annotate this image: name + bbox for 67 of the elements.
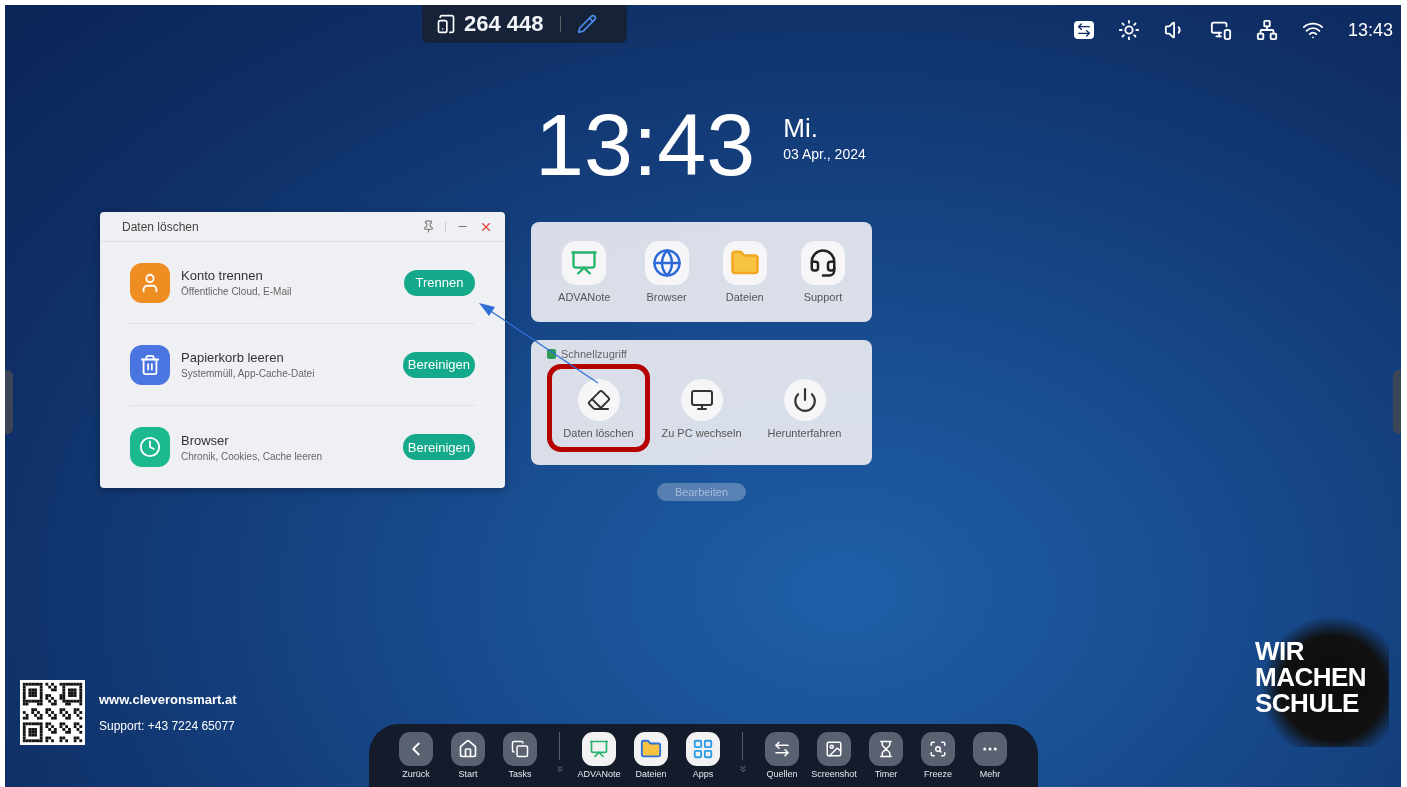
quick-tile[interactable]: Herunterfahren [753, 364, 856, 452]
swap-icon[interactable] [765, 732, 799, 766]
dock-label[interactable]: Timer [874, 769, 898, 779]
globe-icon[interactable] [644, 241, 689, 285]
trash-icon [130, 344, 170, 385]
side-handle[interactable] [1393, 370, 1401, 434]
highlight-frame[interactable]: Daten löschen [547, 364, 650, 452]
hourglass-icon[interactable] [869, 732, 903, 766]
website-text: www.cleveronsmart.at [99, 692, 237, 707]
screenshot-icon[interactable] [817, 732, 851, 766]
logo-text: MACHEN [1255, 664, 1368, 690]
eraser-icon[interactable] [577, 379, 620, 421]
windows-icon[interactable] [503, 732, 537, 766]
option-title: Konto trennen [181, 268, 264, 283]
app-label[interactable]: Dateien [725, 291, 764, 303]
status-time: 13:43 [1347, 19, 1393, 41]
grid-icon[interactable] [686, 732, 720, 766]
option-title: Browser [181, 432, 230, 448]
screen-share-icon[interactable] [1209, 19, 1232, 41]
shortcut-label[interactable]: Herunterfahren [767, 427, 842, 439]
swap-icon[interactable] [1073, 21, 1094, 39]
dock-label[interactable]: Tasks [508, 769, 532, 779]
more-icon[interactable] [973, 732, 1007, 766]
logo-text: WIR [1255, 638, 1306, 664]
option-description: Chronik, Cookies, Cache leeren [181, 450, 323, 462]
option-description: Systemmüll, App-Cache-Datei [181, 368, 315, 379]
device-icon [436, 14, 456, 34]
app-label[interactable]: Browser [646, 291, 687, 303]
frame-icon[interactable] [921, 732, 955, 766]
side-handle[interactable] [5, 370, 13, 434]
qr-code [20, 680, 85, 745]
option-description: Öffentliche Cloud, E-Mail [181, 286, 292, 297]
power-icon[interactable] [783, 379, 826, 421]
folder-icon[interactable] [634, 732, 668, 766]
dock-label[interactable]: ADVANote [577, 769, 621, 779]
support-text: Support: +43 7224 65077 [99, 719, 236, 733]
quick-tile[interactable]: Zu PC wechseln [650, 364, 753, 452]
pencil-icon[interactable] [576, 14, 597, 34]
dock-label[interactable]: Screenshot [811, 769, 857, 779]
brightness-icon[interactable] [1117, 19, 1140, 41]
option-title: Papierkorb leeren [181, 350, 285, 365]
dialog-title: Daten löschen [122, 219, 199, 234]
pin-icon[interactable] [422, 220, 435, 233]
app-label[interactable]: Support [803, 291, 843, 303]
date: 03 Apr., 2024 [783, 146, 866, 162]
dock-label[interactable]: Quellen [766, 769, 798, 779]
back-icon[interactable] [399, 732, 433, 766]
logo-text: SCHULE [1255, 690, 1360, 716]
shortcut-label[interactable]: Daten löschen [563, 427, 634, 439]
dock-label[interactable]: Zurück [402, 769, 430, 779]
shortcut-label[interactable]: Zu PC wechseln [661, 427, 742, 439]
monitor-icon[interactable] [680, 379, 723, 421]
person-icon [130, 262, 170, 303]
counter-text: 264 448 [464, 11, 544, 37]
weekday: Mi. [783, 113, 819, 144]
whiteboard-icon[interactable] [582, 732, 616, 766]
clock-icon [130, 427, 170, 467]
home-icon[interactable] [451, 732, 485, 766]
dock-label[interactable]: Apps [692, 769, 714, 779]
dock-label[interactable]: Freeze [924, 769, 952, 779]
dock-label[interactable]: Mehr [979, 769, 1001, 779]
section-title: Schnellzugriff [561, 348, 627, 360]
dock-label[interactable]: Start [458, 769, 478, 779]
app-label[interactable]: ADVANote [558, 291, 611, 303]
headset-icon[interactable] [800, 241, 845, 285]
dock-label[interactable]: Dateien [635, 769, 667, 779]
clock-time: 13:43 [535, 101, 756, 189]
